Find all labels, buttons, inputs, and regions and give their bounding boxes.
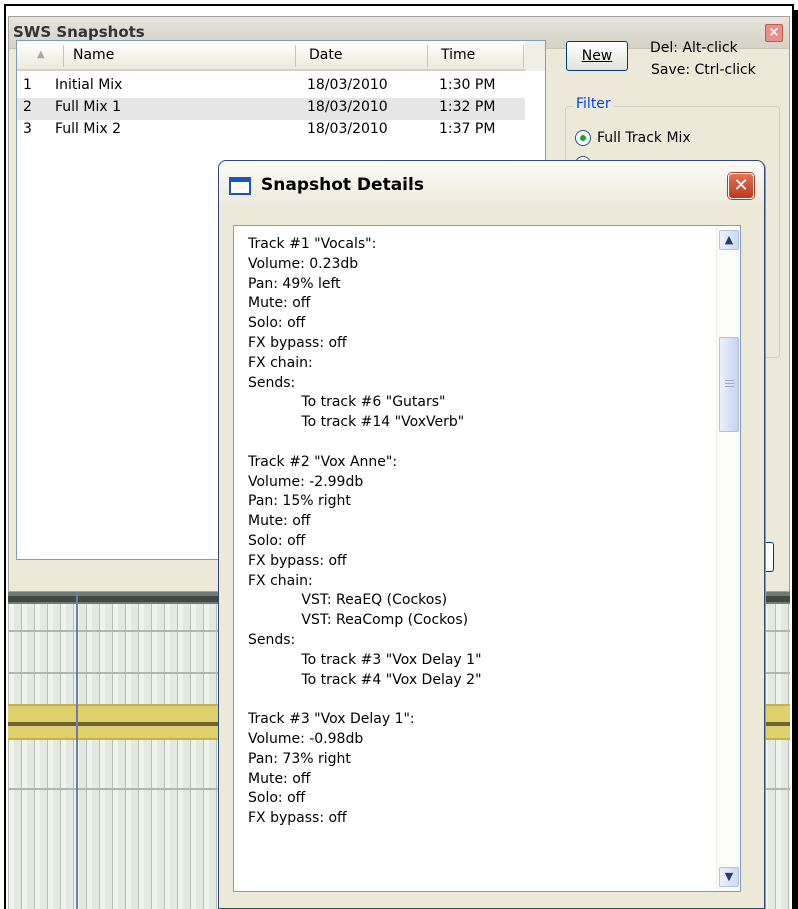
- row-time: 1:30 PM: [439, 77, 496, 93]
- save-hint: Save: Ctrl-click: [651, 62, 756, 78]
- column-date-header[interactable]: Date: [309, 47, 342, 63]
- full-track-mix-radio[interactable]: [575, 130, 591, 146]
- grip-icon: [725, 380, 734, 388]
- details-title-bar[interactable]: Snapshot Details ✕: [219, 161, 764, 211]
- scroll-up-icon[interactable]: ▲: [719, 230, 739, 250]
- new-snapshot-button[interactable]: New: [566, 41, 628, 71]
- column-divider[interactable]: [63, 45, 64, 67]
- snapshot-row-2[interactable]: 2 Full Mix 1 18/03/2010 1:32 PM: [17, 98, 525, 120]
- row-name: Full Mix 1: [55, 99, 122, 115]
- scroll-thumb[interactable]: [719, 337, 739, 432]
- column-time-header[interactable]: Time: [441, 47, 475, 63]
- column-divider[interactable]: [295, 45, 296, 67]
- full-track-mix-label[interactable]: Full Track Mix: [597, 130, 691, 146]
- scroll-down-icon[interactable]: ▼: [719, 867, 739, 887]
- snapshot-row-3[interactable]: 3 Full Mix 2 18/03/2010 1:37 PM: [17, 120, 525, 142]
- close-icon[interactable]: ✕: [728, 173, 754, 199]
- filter-label: Filter: [573, 96, 614, 112]
- column-divider[interactable]: [523, 45, 524, 67]
- edit-cursor[interactable]: [76, 592, 78, 909]
- sort-ascending-icon[interactable]: ▲: [37, 49, 45, 60]
- row-number: 2: [23, 99, 32, 115]
- list-header: ▲ Name Date Time: [17, 41, 545, 71]
- sws-close-icon[interactable]: ×: [765, 24, 783, 42]
- list-scroll-area[interactable]: [525, 41, 545, 71]
- details-text: Track #1 "Vocals": Volume: 0.23db Pan: 4…: [248, 236, 482, 827]
- sws-window-title: SWS Snapshots: [13, 23, 145, 41]
- new-button-label: New: [581, 48, 613, 64]
- partial-button[interactable]: [766, 542, 774, 572]
- snapshot-row-1[interactable]: 1 Initial Mix 18/03/2010 1:30 PM: [17, 76, 525, 98]
- window-icon: [229, 177, 251, 195]
- row-number: 3: [23, 121, 32, 137]
- row-number: 1: [23, 77, 32, 93]
- row-name: Initial Mix: [55, 77, 123, 93]
- details-textbox[interactable]: Track #1 "Vocals": Volume: 0.23db Pan: 4…: [233, 225, 741, 892]
- row-date: 18/03/2010: [307, 77, 388, 93]
- column-name-header[interactable]: Name: [73, 47, 114, 63]
- row-date: 18/03/2010: [307, 121, 388, 137]
- row-name: Full Mix 2: [55, 121, 122, 137]
- details-dialog-title: Snapshot Details: [261, 175, 424, 195]
- row-time: 1:37 PM: [439, 121, 496, 137]
- snapshot-details-dialog: Snapshot Details ✕ Track #1 "Vocals": Vo…: [218, 160, 765, 909]
- delete-hint: Del: Alt-click: [650, 40, 738, 56]
- row-time: 1:32 PM: [439, 99, 496, 115]
- row-date: 18/03/2010: [307, 99, 388, 115]
- column-divider[interactable]: [427, 45, 428, 67]
- frame-shadow: [794, 10, 798, 909]
- vertical-scrollbar[interactable]: ▲ ▼: [716, 226, 740, 891]
